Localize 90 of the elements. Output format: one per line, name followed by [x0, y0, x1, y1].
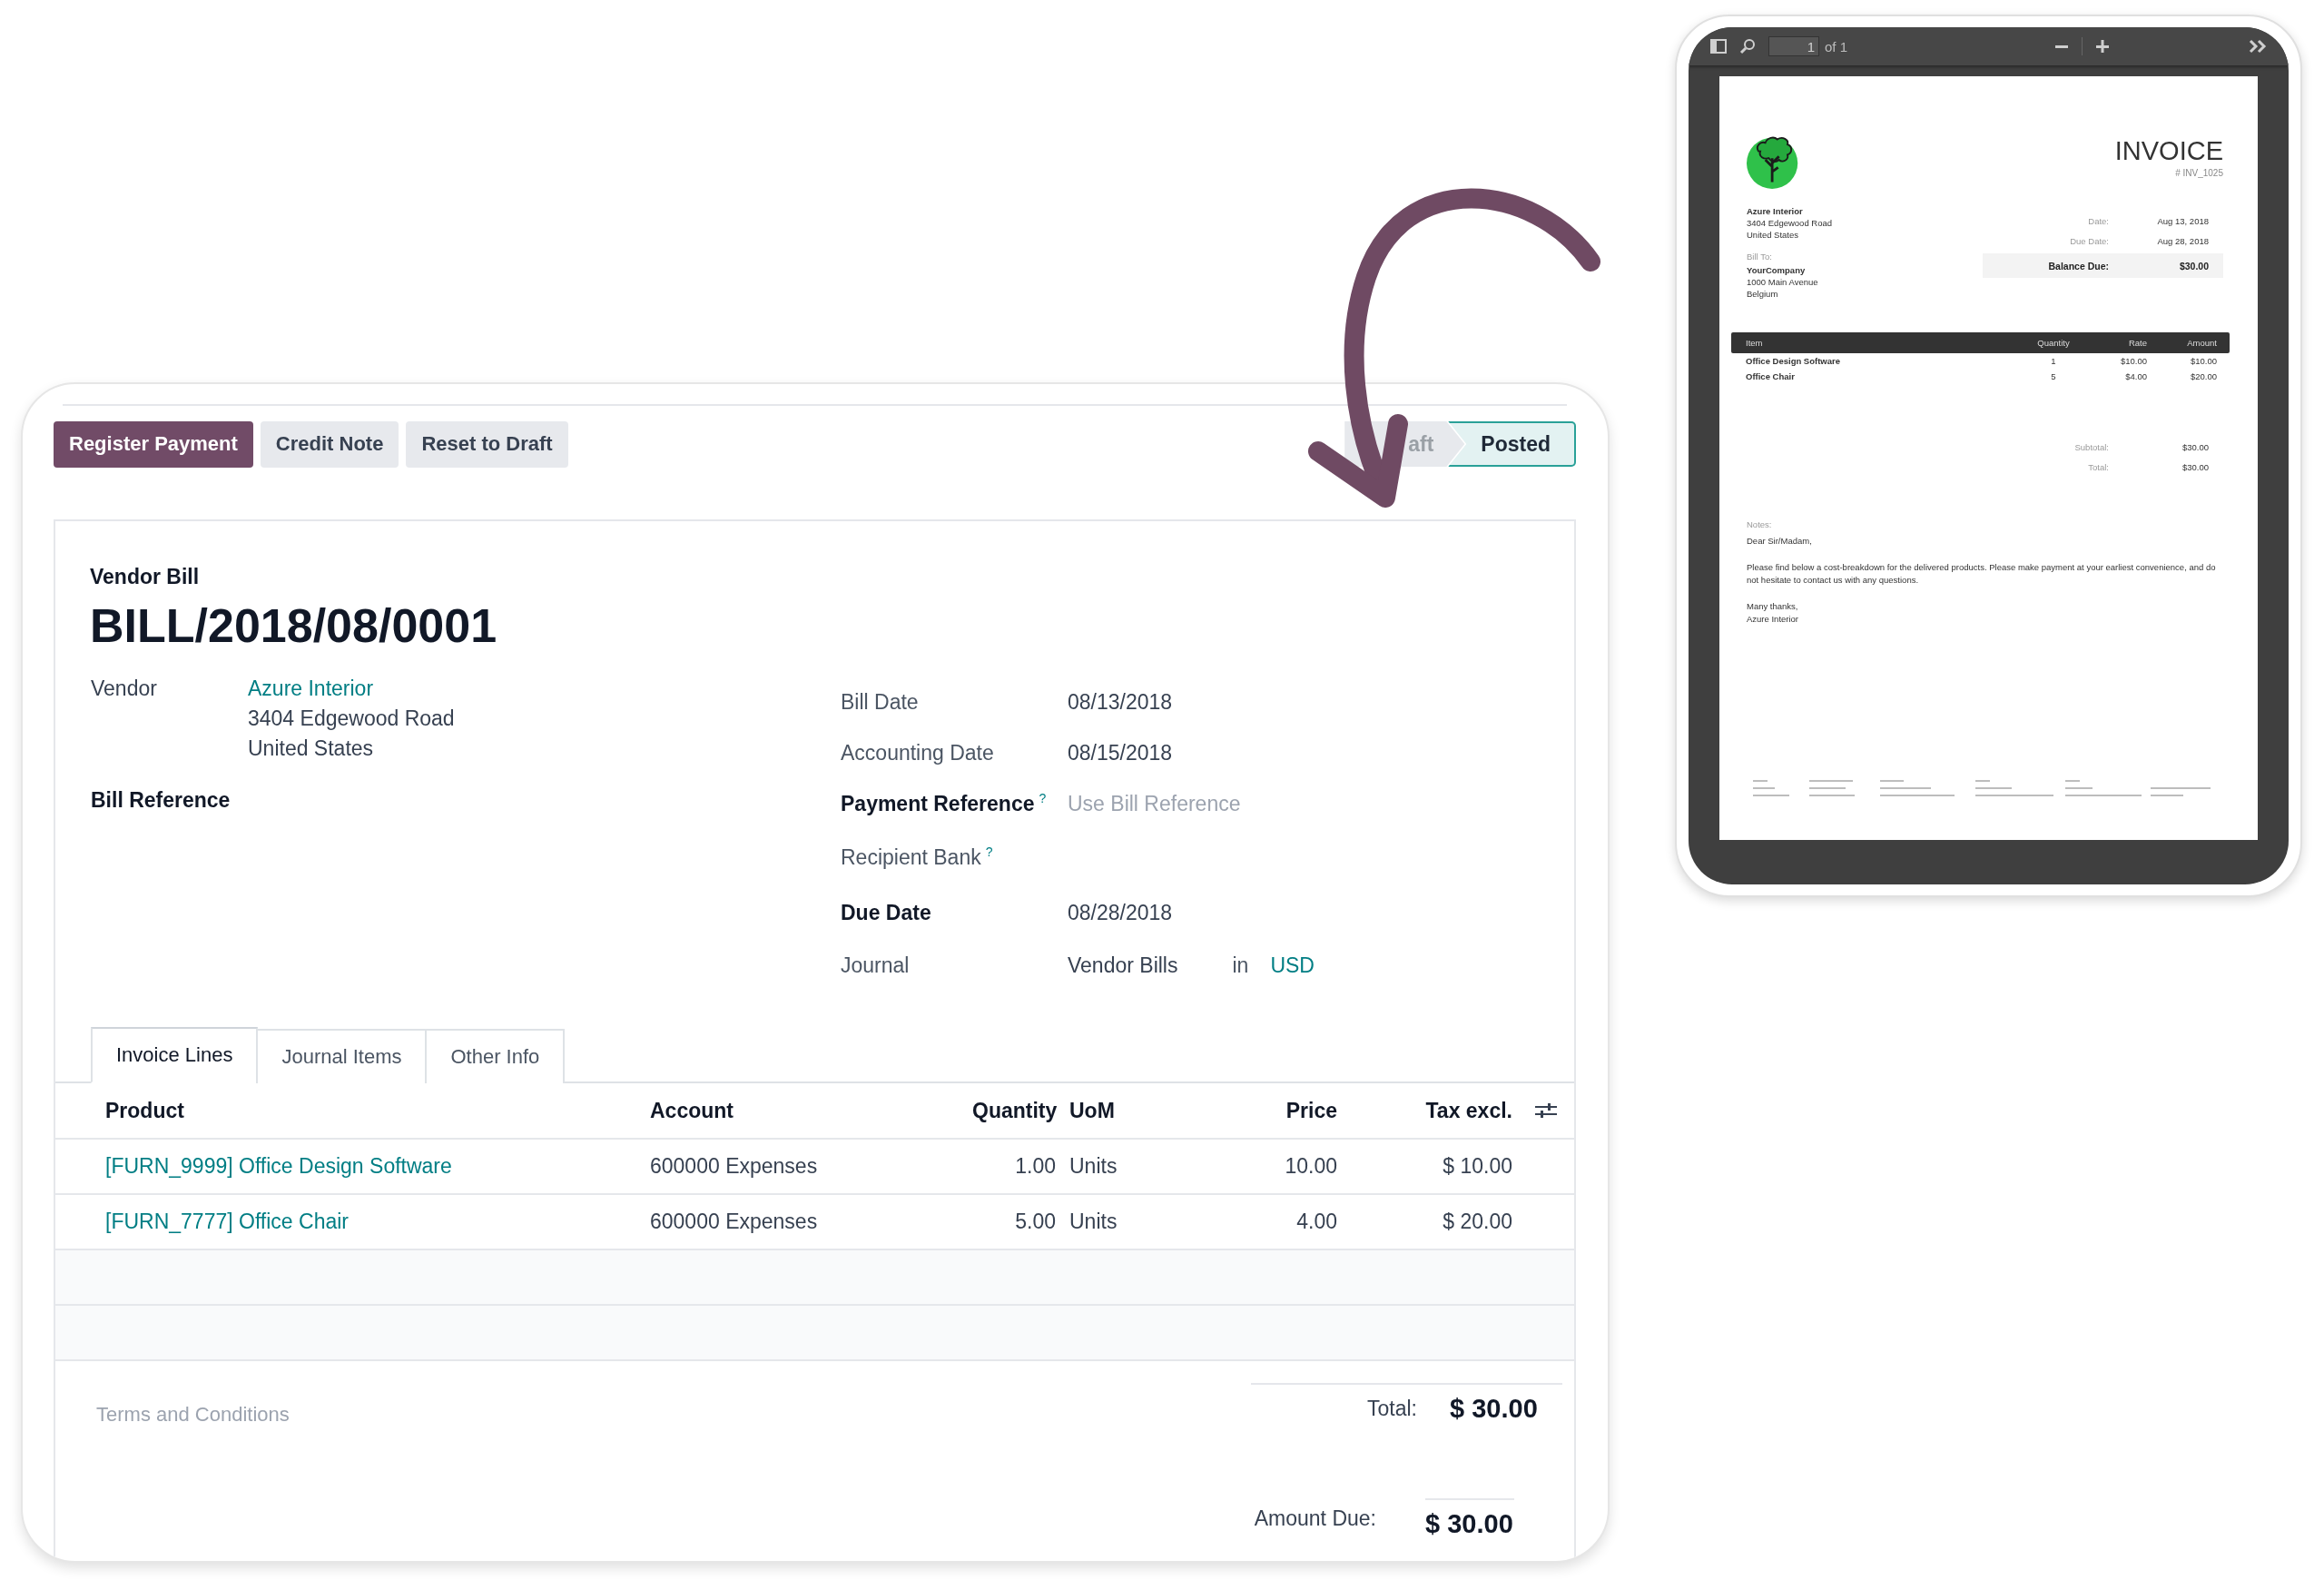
item-cell-text: 1 — [2050, 356, 2057, 366]
field-value[interactable]: 08/15/2018 — [1068, 740, 1173, 765]
item-column-header: Quantity — [2036, 338, 2071, 348]
balance-label: Balance Due: — [2047, 260, 2109, 272]
summary-value: $30.00 — [2181, 461, 2209, 472]
tab[interactable]: Journal Items — [256, 1029, 428, 1083]
status-step[interactable]: Posted — [1448, 421, 1576, 467]
meta-value: Aug 13, 2018 — [2156, 215, 2209, 226]
currency-link[interactable]: USD — [1270, 953, 1315, 978]
field-label: Recipient Bank $^{?}$ — [841, 844, 994, 870]
address-line: United States — [248, 736, 375, 761]
table-cell-text: 5.00 — [1014, 1210, 1056, 1234]
field-label: Journal — [841, 953, 911, 978]
notes-label: Notes: — [1747, 518, 1773, 530]
summary-label: Subtotal: — [2073, 441, 2109, 452]
table-cell-text: 600000 Expenses — [650, 1154, 819, 1179]
invoice-number: # INV_1025 — [2175, 168, 2223, 178]
notes-paragraph: Dear Sir/Madam, — [1747, 535, 1813, 548]
notes-paragraph: Please find below a cost-breakdown for the delivered products. Please make payment at your earliest convenience, and do not hesitate to contact us with any questions. — [1747, 561, 2217, 587]
item-cell-text: Office Design Software — [1746, 356, 1841, 366]
page-count: of 1 — [1825, 38, 1848, 54]
field-label: Bill Date — [841, 689, 920, 715]
table-cell-text: 10.00 — [1284, 1154, 1337, 1179]
action-button[interactable]: Register Payment — [54, 420, 253, 468]
field-label: Bill Reference — [91, 788, 231, 813]
column-header[interactable]: Price — [1236, 1098, 1337, 1123]
column-header[interactable]: Tax excl. — [1337, 1098, 1512, 1123]
vendor-link[interactable]: Azure Interior — [248, 676, 455, 701]
item-cell-text: $4.00 — [2124, 371, 2147, 381]
column-header[interactable]: Account — [650, 1098, 972, 1123]
field-label: Due Date — [841, 900, 932, 925]
item-cell-text: $10.00 — [2119, 356, 2147, 366]
field-text: in — [1232, 953, 1249, 978]
table-cell-text: 1.00 — [1014, 1154, 1056, 1179]
notes-paragraph: Many thanks, Azure Interior — [1747, 600, 1800, 626]
field-label: Vendor — [91, 676, 158, 702]
sender-line: United States — [1747, 229, 1800, 241]
document-type: Vendor Bill — [90, 565, 201, 589]
balance-value: $30.00 — [2178, 260, 2209, 272]
action-button[interactable]: Reset to Draft — [406, 420, 568, 468]
table-cell-text: $ 20.00 — [1442, 1210, 1512, 1234]
total-label: Amount Due: — [1253, 1506, 1376, 1531]
action-button[interactable]: Credit Note — [260, 420, 399, 468]
total-label: Total: — [1366, 1397, 1417, 1421]
product-link[interactable]: [FURN_9999] Office Design Software — [55, 1154, 650, 1179]
summary-label: Total: — [2087, 461, 2109, 472]
field-label: Accounting Date — [841, 740, 995, 765]
meta-label: Due Date: — [2069, 235, 2109, 246]
sender-line: Azure Interior — [1747, 205, 1804, 217]
field-value[interactable]: 08/13/2018 — [1068, 689, 1173, 715]
zoom-in-icon[interactable] — [2095, 39, 2111, 54]
total-value: $ 30.00 — [1425, 1498, 1514, 1539]
table-cell-text: Units — [1068, 1210, 1118, 1234]
summary-value: $30.00 — [2181, 441, 2209, 452]
sender-line: 3404 Edgewood Road — [1747, 217, 1834, 229]
item-cell-text: $10.00 — [2189, 356, 2217, 366]
item-column-header: Rate — [2127, 338, 2147, 348]
table-cell-text: 4.00 — [1295, 1210, 1337, 1234]
page-number-field[interactable]: 1 — [1768, 36, 1819, 56]
tab[interactable]: Invoice Lines — [91, 1027, 259, 1083]
item-cell-text: Office Chair — [1746, 371, 1796, 381]
meta-value: Aug 28, 2018 — [2156, 235, 2209, 246]
item-cell-text: $20.00 — [2189, 371, 2217, 381]
item-cell-text: 5 — [2050, 371, 2057, 381]
field-value[interactable]: Vendor Bills — [1068, 953, 1178, 978]
recipient-line: YourCompany — [1747, 264, 1807, 276]
item-column-header: Item — [1746, 338, 1764, 348]
total-value: $ 30.00 — [1450, 1394, 1539, 1424]
field-value[interactable]: 08/28/2018 — [1068, 900, 1173, 925]
tab[interactable]: Other Info — [425, 1029, 566, 1083]
field-label: Payment Reference $^{?}$ — [841, 791, 1048, 816]
table-cell-text: 600000 Expenses — [650, 1210, 819, 1234]
sliders-icon[interactable] — [1535, 1101, 1557, 1120]
document-title: BILL/2018/08/0001 — [90, 598, 498, 653]
item-column-header: Amount — [2186, 338, 2217, 348]
recipient-line: 1000 Main Avenue — [1747, 276, 1819, 288]
column-header[interactable]: Product — [55, 1098, 650, 1123]
column-header[interactable]: Quantity — [972, 1098, 1056, 1123]
table-cell-text: $ 10.00 — [1442, 1154, 1512, 1179]
column-header[interactable]: UoM — [1056, 1098, 1236, 1123]
invoice-title: INVOICE — [2114, 136, 2223, 166]
sidebar-toggle-icon[interactable] — [1710, 39, 1727, 54]
meta-label: Date: — [2087, 215, 2109, 226]
recipient-line: Belgium — [1747, 288, 1779, 300]
bill-to-label: Bill To: — [1747, 251, 1773, 262]
double-chevron-icon[interactable] — [2249, 39, 2269, 54]
product-link[interactable]: [FURN_7777] Office Chair — [55, 1210, 650, 1234]
table-cell-text: Units — [1068, 1154, 1118, 1179]
address-line: 3404 Edgewood Road — [248, 706, 455, 731]
search-icon[interactable] — [1739, 38, 1756, 54]
